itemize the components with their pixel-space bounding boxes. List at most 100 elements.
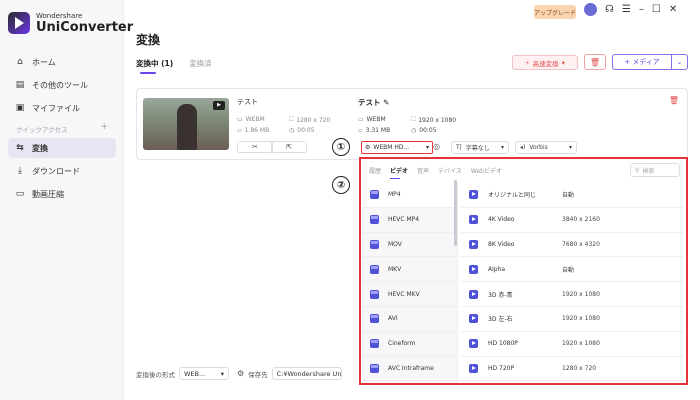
- sidebar-item-convert[interactable]: ⇆ 変換: [8, 138, 116, 158]
- sidebar-item-label: マイファイル: [32, 103, 80, 113]
- output-format-select[interactable]: ⚙ WEBM HD... ▾: [361, 141, 433, 154]
- tab-video[interactable]: ビデオ: [390, 166, 408, 179]
- convert-tabs: 変換中 (1) 変換済: [136, 58, 212, 74]
- chevron-down-icon: ▾: [561, 58, 565, 67]
- video-icon: ▭: [358, 116, 364, 123]
- tab-device[interactable]: デバイス: [438, 166, 462, 175]
- format-dropdown-panel: 履歴 ビデオ 音声 デバイス Webビデオ ⚲ 検索 MP4 HEVC MP4 …: [359, 157, 688, 385]
- list-item[interactable]: 4K Video 3840 x 2160: [461, 208, 683, 233]
- close-icon[interactable]: ✕: [669, 4, 677, 15]
- high-speed-button[interactable]: ⚡ 高速変換 ▾: [512, 55, 578, 70]
- list-item[interactable]: HEVC MP4: [362, 208, 457, 233]
- minimize-icon[interactable]: –: [639, 4, 644, 15]
- list-item[interactable]: Alpha 自動: [461, 257, 683, 283]
- upgrade-button[interactable]: アップグレード: [534, 5, 576, 19]
- list-item[interactable]: MOV: [362, 233, 457, 258]
- app-logo: Wondershare UniConverter: [8, 12, 133, 34]
- sidebar-item-label: その他のツール: [32, 80, 88, 90]
- sidebar-item-label: 動画圧縮: [32, 189, 64, 199]
- scissors-icon: ✂: [252, 143, 258, 151]
- text-icon: T|: [456, 144, 462, 151]
- tab-converted[interactable]: 変換済: [189, 58, 212, 74]
- menu-icon[interactable]: ☰: [622, 4, 631, 15]
- download-icon: ⤓: [18, 166, 22, 176]
- chevron-down-icon: ⌄: [676, 58, 683, 66]
- output-format-dropdown[interactable]: WEB... ▾: [179, 367, 229, 380]
- tab-web-video[interactable]: Webビデオ: [471, 166, 502, 175]
- audio-icon: ◂): [520, 144, 526, 151]
- source-size: ▱ 1.86 MB: [237, 127, 270, 134]
- output-format-label: 変換後の形式: [136, 370, 175, 379]
- search-icon: ⚲: [635, 166, 640, 174]
- trim-button[interactable]: ✂: [237, 141, 273, 153]
- save-location-label: 保存先: [248, 370, 268, 379]
- list-item[interactable]: MKV: [362, 257, 457, 283]
- add-media-dropdown[interactable]: ⌄: [672, 54, 688, 70]
- format-search-input[interactable]: ⚲ 検索: [630, 163, 680, 177]
- output-format: ▭ WEBM: [358, 116, 386, 123]
- play-icon: [469, 314, 478, 324]
- bottom-bar: 変換後の形式 WEB... ▾ ⚙ 保存先 C:¥Wondershare Uni…: [136, 367, 342, 380]
- resolution-icon: ⛶: [411, 116, 416, 123]
- trash-icon: 🗑: [589, 57, 601, 67]
- list-item[interactable]: HD 1080P 1920 x 1080: [461, 332, 683, 357]
- list-item[interactable]: HEVC MKV: [362, 282, 457, 307]
- folder-icon: ▱: [237, 127, 242, 134]
- format-list: MP4 HEVC MP4 MOV MKV HEVC MKV AVI Cinefo…: [362, 183, 458, 383]
- list-item[interactable]: オリジナルと同じ 自動: [461, 183, 683, 208]
- product-name: UniConverter: [36, 19, 134, 35]
- file-icon: ▣: [15, 103, 25, 113]
- tab-converting[interactable]: 変換中 (1): [136, 58, 173, 74]
- list-item[interactable]: AVI: [362, 307, 457, 332]
- video-icon: ▭: [237, 116, 243, 123]
- list-item[interactable]: Cineform: [362, 332, 457, 357]
- folder-icon: ▱: [358, 127, 363, 134]
- delete-file-button[interactable]: 🗑: [669, 96, 679, 105]
- settings-icon: ⚙: [365, 144, 371, 151]
- crop-button[interactable]: ⇱: [271, 141, 307, 153]
- play-icon: ▶: [213, 101, 225, 110]
- format-category-tabs: 履歴 ビデオ 音声 デバイス Webビデオ: [369, 166, 502, 179]
- list-item[interactable]: MP4: [362, 183, 457, 208]
- delete-all-button[interactable]: 🗑: [584, 54, 606, 70]
- list-item[interactable]: 3D 左-右 1920 x 1080: [461, 307, 683, 332]
- chevron-down-icon: ▾: [220, 369, 224, 378]
- source-format: ▭ WEBM: [237, 116, 265, 123]
- sidebar-item-home[interactable]: ⌂ ホーム: [8, 52, 116, 72]
- audio-select[interactable]: ◂) Vorbis ▾: [515, 141, 577, 154]
- video-format-icon: [370, 289, 379, 299]
- avatar[interactable]: [584, 3, 597, 16]
- tab-audio[interactable]: 音声: [417, 166, 429, 175]
- video-format-icon: [370, 339, 379, 349]
- play-icon: [469, 289, 478, 299]
- play-icon: [469, 264, 478, 274]
- sidebar-item-download[interactable]: ⤓ ダウンロード: [8, 161, 116, 181]
- sidebar-item-myfiles[interactable]: ▣ マイファイル: [8, 98, 116, 118]
- output-resolution: ⛶ 1920 x 1080: [411, 116, 457, 124]
- callout-2: ②: [332, 176, 350, 194]
- sidebar-item-compress[interactable]: ▭ 動画圧縮: [8, 184, 116, 204]
- subtitle-select[interactable]: T| 字幕なし ▾: [451, 141, 509, 154]
- list-item[interactable]: 3D 赤-青 1920 x 1080: [461, 282, 683, 307]
- page-title: 変換: [136, 33, 161, 47]
- headset-icon[interactable]: ☊: [605, 4, 614, 15]
- sidebar-item-tools[interactable]: ▤ その他のツール: [8, 75, 116, 95]
- save-path-field[interactable]: C:¥Wondershare UniC: [271, 367, 342, 380]
- list-item[interactable]: AVC Intraframe: [362, 357, 457, 382]
- list-item[interactable]: HD 720P 1280 x 720: [461, 357, 683, 382]
- add-media-button[interactable]: + メディア: [612, 54, 672, 70]
- add-quick-access-button[interactable]: +: [100, 123, 108, 134]
- clock-icon: ◷: [289, 127, 295, 134]
- sidebar-item-label: ダウンロード: [32, 166, 80, 176]
- settings-icon[interactable]: ⚙: [237, 369, 244, 378]
- format-list-scrollbar[interactable]: [454, 180, 457, 246]
- video-thumbnail[interactable]: ▶: [143, 98, 229, 150]
- tab-history[interactable]: 履歴: [369, 166, 381, 175]
- list-item[interactable]: 8K Video 7680 x 4320: [461, 233, 683, 258]
- play-icon: [469, 190, 478, 200]
- edit-icon: ✎: [383, 98, 390, 107]
- maximize-icon[interactable]: ☐: [652, 4, 661, 15]
- info-icon[interactable]: ◎: [433, 142, 440, 151]
- output-duration: ◷ 00:05: [411, 127, 437, 134]
- play-icon: [469, 215, 478, 225]
